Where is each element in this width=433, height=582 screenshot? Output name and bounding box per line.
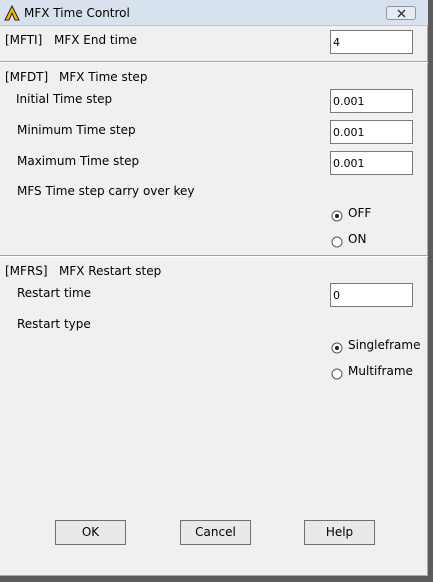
radio-unselected-icon [331,236,343,248]
initial-time-step-label: Initial Time step [16,92,113,106]
close-button[interactable] [386,6,416,20]
carry-off-label[interactable]: OFF [348,206,371,220]
initial-time-step-input[interactable] [330,89,413,113]
carry-on-label[interactable]: ON [348,232,366,246]
carry-over-key-label: MFS Time step carry over key [17,184,195,198]
mfti-tag: [MFTI] [5,33,43,47]
restart-time-input[interactable] [330,283,413,307]
singleframe-radio[interactable] [331,339,343,354]
multiframe-label[interactable]: Multiframe [348,364,413,378]
restart-time-label: Restart time [17,286,92,300]
window-title: MFX Time Control [24,6,130,20]
help-button[interactable]: Help [304,520,375,545]
mfx-restart-step-label: MFX Restart step [59,264,162,278]
singleframe-label[interactable]: Singleframe [348,338,420,352]
carry-off-radio[interactable] [331,207,343,222]
multiframe-radio[interactable] [331,365,343,380]
minimum-time-step-label: Minimum Time step [17,123,136,137]
radio-selected-icon [331,210,343,222]
mfdt-tag: [MFDT] [5,70,49,84]
mfx-end-time-input[interactable] [330,30,413,54]
restart-type-label: Restart type [17,317,91,331]
mfx-time-step-label: MFX Time step [59,70,148,84]
maximum-time-step-label: Maximum Time step [17,154,140,168]
mfx-end-time-label: MFX End time [54,33,138,47]
ansys-logo-icon [4,4,20,21]
background-strip [0,576,433,582]
carry-on-radio[interactable] [331,233,343,248]
mfx-time-control-dialog: MFX Time Control [MFTI] MFX End time [MF… [0,0,428,576]
section-divider [0,61,428,63]
radio-unselected-icon [331,368,343,380]
cancel-button[interactable]: Cancel [180,520,251,545]
section-divider [0,255,428,257]
minimum-time-step-input[interactable] [330,120,413,144]
maximum-time-step-input[interactable] [330,151,413,175]
radio-selected-icon [331,342,343,354]
mfrs-tag: [MFRS] [5,264,48,278]
ok-button[interactable]: OK [55,520,126,545]
close-icon [397,9,406,18]
title-bar: MFX Time Control [0,0,428,26]
